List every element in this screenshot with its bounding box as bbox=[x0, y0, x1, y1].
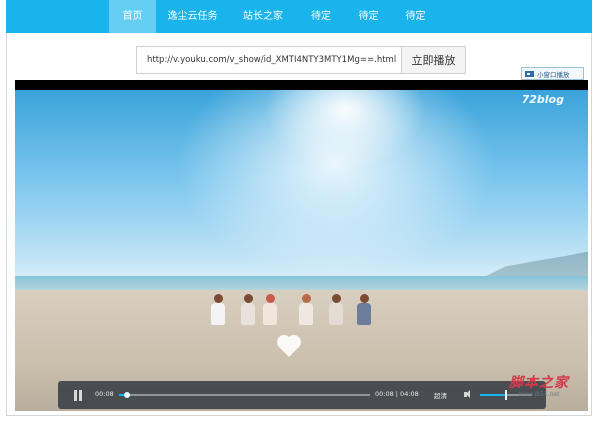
progress-bar[interactable] bbox=[119, 392, 370, 398]
video-watermark: 72blog bbox=[521, 93, 564, 106]
url-bar: 立即播放 bbox=[136, 46, 466, 74]
sky-glow bbox=[175, 90, 495, 280]
mini-window-icon bbox=[525, 70, 534, 77]
quality-selector[interactable]: 超清 bbox=[434, 390, 447, 400]
current-time: 00:08 bbox=[95, 390, 114, 398]
site-watermark-url: www.jb51.net bbox=[518, 391, 560, 398]
site-watermark: 脚本之家 www.jb51.net bbox=[496, 372, 582, 398]
video-top-bar bbox=[15, 80, 588, 90]
dancer bbox=[240, 294, 256, 325]
video-url-input[interactable] bbox=[137, 47, 401, 73]
nav-item-home[interactable]: 首页 bbox=[109, 0, 156, 33]
nav-item-pending-1[interactable]: 待定 bbox=[297, 0, 345, 33]
nav-item-pending-3[interactable]: 待定 bbox=[392, 0, 439, 33]
site-watermark-text: 脚本之家 bbox=[509, 375, 569, 391]
volume-icon[interactable] bbox=[464, 390, 474, 399]
dancer bbox=[210, 294, 226, 325]
dancer bbox=[298, 294, 314, 325]
video-frame[interactable]: 72blog bbox=[15, 90, 588, 411]
dancer bbox=[356, 294, 372, 325]
nav-item-webmaster[interactable]: 站长之家 bbox=[229, 0, 297, 33]
dancer bbox=[328, 294, 344, 325]
dancers-group bbox=[210, 285, 375, 325]
nav-items: 首页 逸尘云任务 站长之家 待定 待定 待定 bbox=[109, 0, 439, 33]
top-nav: 首页 逸尘云任务 站长之家 待定 待定 待定 bbox=[6, 0, 592, 33]
player-controls: 00:08 00:08 | 04:08 超清 bbox=[58, 381, 546, 409]
pause-button[interactable] bbox=[73, 390, 83, 401]
time-display: 00:08 | 04:08 bbox=[375, 390, 419, 398]
mini-window-button[interactable]: 小窗口播放 bbox=[521, 67, 584, 80]
mini-window-label: 小窗口播放 bbox=[537, 70, 570, 79]
nav-item-pending-2[interactable]: 待定 bbox=[345, 0, 392, 33]
play-now-button[interactable]: 立即播放 bbox=[401, 47, 465, 73]
progress-knob[interactable] bbox=[124, 392, 131, 398]
dancer bbox=[262, 294, 278, 325]
nav-item-yichen-cloud[interactable]: 逸尘云任务 bbox=[156, 0, 229, 33]
